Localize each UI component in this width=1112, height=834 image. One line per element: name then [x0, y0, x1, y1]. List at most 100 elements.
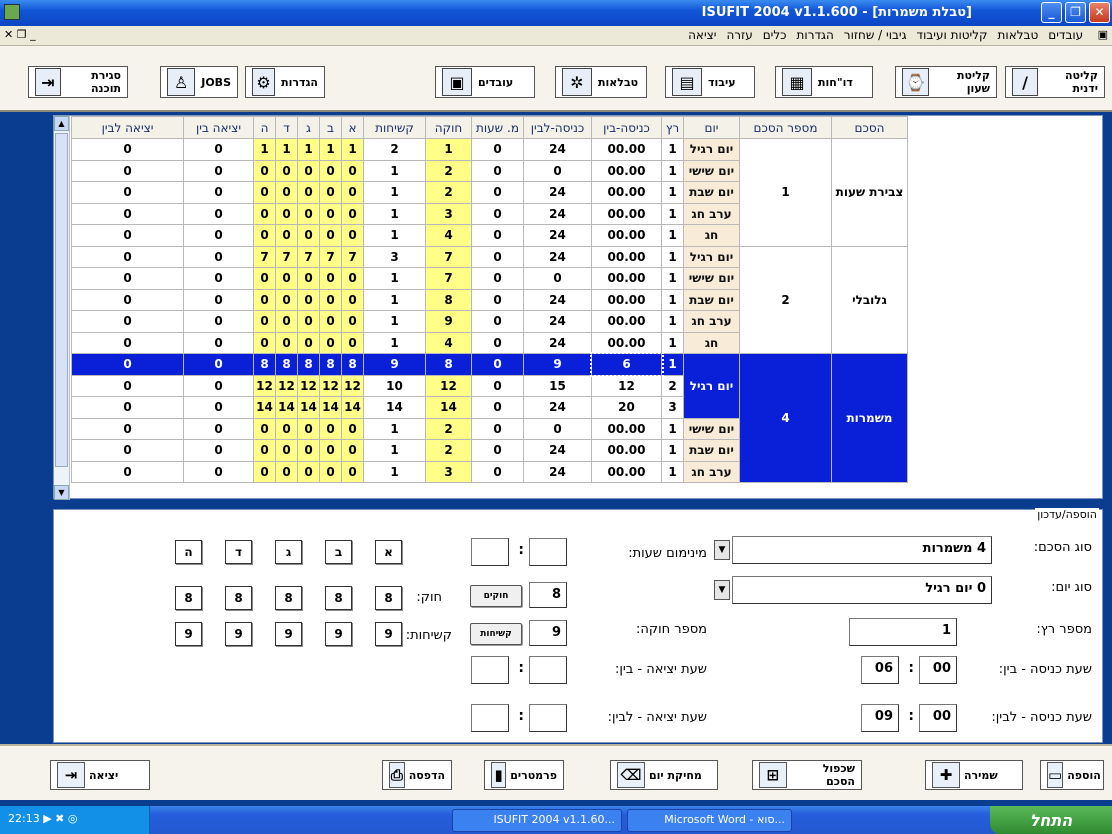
table-cell[interactable]: 0 [183, 396, 254, 419]
table-cell[interactable]: 0 [523, 417, 592, 440]
table-cell[interactable]: 0 [341, 460, 364, 483]
menu-item[interactable]: טבלאות [993, 26, 1044, 44]
table-cell[interactable]: 12 [591, 374, 662, 397]
day-rule-input[interactable]: 8 [225, 586, 252, 610]
day-type-cell[interactable]: יום רגיל [683, 138, 740, 161]
table-cell[interactable]: 1 [661, 331, 684, 354]
bottom-button[interactable]: מחיקת יום ⌫ [610, 760, 718, 790]
column-header[interactable]: ג [297, 116, 320, 139]
table-cell[interactable]: 12 [341, 374, 364, 397]
agreement-number-cell[interactable]: 4 [739, 353, 832, 483]
table-cell[interactable]: 0 [71, 288, 184, 311]
table-cell[interactable]: 2 [363, 138, 426, 161]
table-cell[interactable]: 0 [297, 267, 320, 290]
table-cell[interactable]: 7 [341, 245, 364, 268]
table-cell[interactable]: 24 [523, 460, 592, 483]
restore-button[interactable]: ❐ [1065, 2, 1086, 23]
table-cell[interactable]: 1 [363, 181, 426, 204]
rule-number-input[interactable]: 8 [529, 582, 567, 608]
table-cell[interactable]: 0 [253, 460, 276, 483]
day-type-cell[interactable]: יום שישי [683, 159, 740, 182]
table-cell[interactable]: 2 [425, 181, 472, 204]
menu-item[interactable]: יציאה [683, 26, 721, 44]
table-cell[interactable]: 24 [523, 288, 592, 311]
column-header[interactable]: הסכם [831, 116, 908, 139]
day-rule-input[interactable]: 8 [375, 586, 402, 610]
table-cell[interactable]: 1 [661, 138, 684, 161]
rules-button[interactable]: חוקים [470, 585, 522, 607]
table-cell[interactable]: 0 [275, 417, 298, 440]
table-cell[interactable]: 8 [297, 353, 320, 376]
table-cell[interactable]: 14 [363, 396, 426, 419]
table-cell[interactable]: 3 [661, 396, 684, 419]
table-cell[interactable]: 0 [471, 310, 524, 333]
table-cell[interactable]: 20 [591, 396, 662, 419]
day-type-cell[interactable]: חג [683, 224, 740, 247]
toolbar-button[interactable]: סגירת תוכנה ⇥ [28, 66, 128, 98]
table-cell[interactable]: 7 [319, 245, 342, 268]
table-cell[interactable]: 0 [71, 267, 184, 290]
table-cell[interactable]: 0 [253, 288, 276, 311]
menu-item[interactable]: קליטות ועיבוד [912, 26, 993, 44]
table-cell[interactable]: 0 [471, 396, 524, 419]
table-cell[interactable]: 0 [71, 439, 184, 462]
table-cell[interactable]: 0 [253, 331, 276, 354]
table-cell[interactable]: 0 [319, 159, 342, 182]
table-cell[interactable]: 1 [319, 138, 342, 161]
table-cell[interactable]: 0 [183, 331, 254, 354]
day-rule-input[interactable]: 8 [275, 586, 302, 610]
day-type-cell[interactable]: יום רגיל [683, 245, 740, 268]
table-cell[interactable]: 14 [319, 396, 342, 419]
table-cell[interactable]: 1 [661, 159, 684, 182]
table-row[interactable]: גלובלי 2 יום רגיל 1 00.00 24 0 7 3 7 7 7 7 7 0 0 [71, 245, 908, 354]
table-cell[interactable]: 4 [425, 331, 472, 354]
table-cell[interactable]: 0 [319, 224, 342, 247]
table-cell[interactable]: 0 [71, 374, 184, 397]
agreement-name-cell[interactable]: גלובלי [831, 245, 908, 354]
table-cell[interactable]: 9 [363, 353, 426, 376]
table-cell[interactable]: 10 [363, 374, 426, 397]
table-cell[interactable]: 1 [275, 138, 298, 161]
table-cell[interactable]: 1 [661, 202, 684, 225]
table-cell[interactable]: 1 [363, 202, 426, 225]
column-header[interactable]: קשיחות [363, 116, 426, 139]
menu-item[interactable]: עובדים [1043, 26, 1088, 44]
exit-to-hours[interactable] [471, 704, 509, 732]
table-cell[interactable]: 0 [183, 245, 254, 268]
day-rigidity-input[interactable]: 9 [325, 622, 352, 646]
table-cell[interactable]: 1 [661, 310, 684, 333]
table-cell[interactable]: 1 [425, 138, 472, 161]
table-cell[interactable]: 0 [71, 310, 184, 333]
table-cell[interactable]: 0 [275, 181, 298, 204]
table-cell[interactable]: 0 [275, 439, 298, 462]
table-cell[interactable]: 0 [471, 245, 524, 268]
table-cell[interactable]: 1 [661, 460, 684, 483]
table-cell[interactable]: 0 [71, 331, 184, 354]
table-cell[interactable]: 0 [471, 353, 524, 376]
entry-to-minutes[interactable]: 00 [919, 704, 957, 732]
table-cell[interactable]: 0 [341, 181, 364, 204]
table-cell[interactable]: 0 [183, 417, 254, 440]
entry-to-hours[interactable]: 09 [861, 704, 899, 732]
scroll-thumb[interactable] [55, 133, 68, 467]
table-cell[interactable]: 0 [275, 202, 298, 225]
day-rule-input[interactable]: 8 [325, 586, 352, 610]
column-header[interactable]: ד [275, 116, 298, 139]
table-cell[interactable]: 1 [661, 439, 684, 462]
table-cell[interactable]: 1 [363, 288, 426, 311]
table-cell[interactable]: 24 [523, 245, 592, 268]
table-cell[interactable]: 0 [275, 288, 298, 311]
table-cell[interactable]: 24 [523, 310, 592, 333]
table-cell[interactable]: 1 [363, 460, 426, 483]
column-header[interactable]: מ. שעות [471, 116, 524, 139]
table-cell[interactable]: 2 [661, 374, 684, 397]
table-cell[interactable]: 0 [297, 310, 320, 333]
table-cell[interactable]: 0 [471, 224, 524, 247]
day-rigidity-input[interactable]: 9 [275, 622, 302, 646]
table-cell[interactable]: 12 [319, 374, 342, 397]
table-cell[interactable]: 0 [71, 224, 184, 247]
table-cell[interactable]: 0 [341, 331, 364, 354]
agreement-name-cell[interactable]: משמרות [831, 353, 908, 483]
toolbar-button[interactable]: טבלאות ✲ [555, 66, 647, 98]
scroll-down-icon[interactable]: ▼ [54, 485, 69, 500]
